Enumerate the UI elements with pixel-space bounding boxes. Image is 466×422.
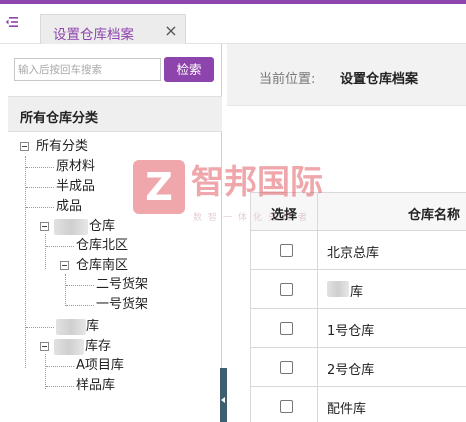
main-content: 当前位置: 设置仓库档案 选择 仓库名称 北京总库 库 1号仓库 2号仓库 配件… [227, 44, 466, 422]
redacted-text [54, 339, 84, 355]
tree-connector [46, 386, 74, 387]
panel-collapse-handle[interactable] [220, 368, 227, 422]
tree-guide [65, 274, 66, 306]
collapse-left-icon[interactable] [221, 397, 225, 403]
tree-connector [26, 167, 54, 168]
breadcrumb-prefix: 当前位置: [259, 72, 316, 87]
tree-node-warehouse-north[interactable]: 仓库北区 [76, 238, 128, 254]
table-header: 选择 仓库名称 [251, 193, 466, 231]
warehouse-name-cell: 北京总库 [327, 246, 380, 261]
menu-collapse-icon[interactable] [5, 15, 19, 29]
tab-close-icon[interactable]: × [162, 21, 180, 41]
tree-node-warehouse-south[interactable]: 仓库南区 [76, 258, 128, 274]
tree-guide [45, 234, 46, 269]
tree-node-project-a[interactable]: A项目库 [76, 358, 124, 374]
tree-node-semi-finished[interactable]: 半成品 [56, 179, 95, 195]
redacted-text [54, 219, 88, 235]
tree-connector [66, 305, 94, 306]
tree-connector [26, 187, 54, 188]
row-checkbox[interactable] [280, 244, 293, 257]
redacted-text [327, 281, 349, 297]
column-header-warehouse-name[interactable]: 仓库名称 [408, 204, 460, 223]
row-checkbox[interactable] [280, 400, 293, 413]
tree-node-store[interactable]: 库 [86, 319, 99, 335]
tree-connector [26, 327, 54, 328]
table-row[interactable]: 1号仓库 [251, 309, 466, 348]
breadcrumb: 当前位置: 设置仓库档案 [227, 44, 466, 106]
tree-node-raw-materials[interactable]: 原材料 [56, 159, 95, 175]
table-row[interactable]: 库 [251, 270, 466, 309]
row-checkbox[interactable] [280, 361, 293, 374]
column-header-select[interactable]: 选择 [271, 204, 297, 223]
breadcrumb-current: 设置仓库档案 [340, 72, 419, 87]
tree-node-shelf-2[interactable]: 二号货架 [96, 277, 148, 293]
tree-collapse-icon[interactable] [40, 222, 49, 231]
table-row[interactable]: 北京总库 [251, 231, 466, 270]
warehouse-name-cell: 1号仓库 [327, 324, 375, 339]
tree-node-root[interactable]: 所有分类 [36, 139, 88, 155]
row-checkbox[interactable] [280, 322, 293, 335]
tree-connector [46, 366, 74, 367]
category-tree: 所有分类 原材料 半成品 成品 仓库 仓库北区 仓库南区 二号货架 一号货架 库… [0, 44, 222, 422]
redacted-text [56, 319, 86, 335]
table-row[interactable]: 配件库 [251, 387, 466, 422]
tab-label: 设置仓库档案 [53, 27, 134, 43]
tree-collapse-icon[interactable] [60, 261, 69, 270]
warehouse-table: 选择 仓库名称 北京总库 库 1号仓库 2号仓库 配件库 [250, 192, 466, 422]
tree-guide [45, 354, 46, 389]
tab-strip: 设置仓库档案 × [0, 4, 466, 48]
tree-collapse-icon[interactable] [20, 142, 29, 151]
tree-node-warehouse[interactable]: 仓库 [89, 219, 115, 235]
warehouse-name-cell: 2号仓库 [327, 363, 375, 378]
row-checkbox[interactable] [280, 283, 293, 296]
tree-connector [26, 207, 54, 208]
warehouse-name-cell: 配件库 [327, 402, 367, 417]
tree-node-finished[interactable]: 成品 [56, 199, 82, 215]
table-row[interactable]: 2号仓库 [251, 348, 466, 387]
warehouse-name-cell: 库 [350, 285, 364, 300]
tree-node-shelf-1[interactable]: 一号货架 [96, 297, 148, 313]
tab-warehouse-settings[interactable]: 设置仓库档案 × [40, 14, 186, 48]
tree-node-inventory[interactable]: 库存 [85, 339, 111, 355]
tree-collapse-icon[interactable] [40, 342, 49, 351]
tree-connector [46, 246, 74, 247]
category-panel: 检索 所有仓库分类 所有分类 原材料 半成品 成品 仓库 仓库北区 仓库南区 二… [0, 44, 222, 422]
tree-connector [66, 285, 94, 286]
tree-node-sample-store[interactable]: 样品库 [76, 378, 115, 394]
